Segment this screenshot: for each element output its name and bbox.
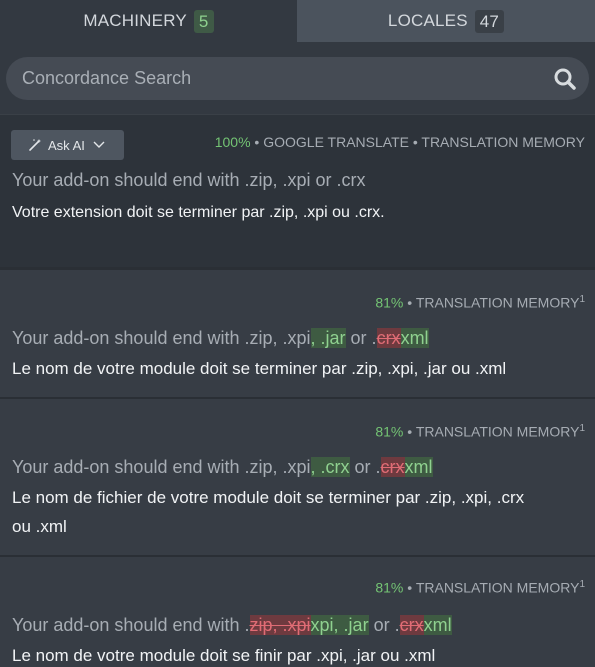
chevron-down-icon	[93, 141, 105, 148]
diff-insertion: xpi, .jar	[310, 615, 369, 635]
tab-locales-label: LOCALES	[387, 11, 468, 30]
ask-ai-button[interactable]: Ask AI	[11, 130, 124, 160]
ask-ai-label: Ask AI	[48, 137, 85, 153]
entry-meta: 81% • TRANSLATION MEMORY1	[375, 294, 585, 311]
source-string-diff: Your add-on should end with .zip, .xpixp…	[12, 615, 452, 635]
match-score: 81%	[375, 579, 404, 596]
machinery-entry[interactable]: 81% • TRANSLATION MEMORY1 Your add-on sh…	[0, 555, 595, 667]
diff-deletion: zip, .xpi	[249, 615, 311, 635]
match-sources: TRANSLATION MEMORY	[415, 294, 580, 311]
locales-count-badge: 47	[474, 9, 505, 33]
match-score: 100%	[214, 134, 251, 150]
machinery-entry[interactable]: 81% • TRANSLATION MEMORY1 Your add-on sh…	[0, 267, 595, 397]
source-string-diff: Your add-on should end with .zip, .xpi, …	[12, 328, 429, 348]
concordance-search	[6, 57, 589, 100]
source-string: Your add-on should end with .zip, .xpi o…	[12, 170, 366, 190]
footnote-marker: 1	[579, 423, 585, 434]
machinery-entry[interactable]: Ask AI 100% • GOOGLE TRANSLATE • TRANSLA…	[0, 114, 595, 267]
machinery-entry[interactable]: 81% • TRANSLATION MEMORY1 Your add-on sh…	[0, 397, 595, 555]
match-sources: GOOGLE TRANSLATE • TRANSLATION MEMORY	[263, 134, 585, 150]
tab-machinery[interactable]: MACHINERY 5	[0, 0, 297, 42]
match-score: 81%	[375, 423, 404, 440]
diff-insertion: xml	[404, 457, 433, 477]
match-sources: TRANSLATION MEMORY	[415, 579, 580, 596]
translation-text: Le nom de fichier de votre module doit s…	[12, 483, 581, 541]
diff-insertion: , .jar	[310, 328, 346, 348]
tab-bar: MACHINERY 5 LOCALES 47	[0, 0, 595, 42]
tab-machinery-label: MACHINERY	[83, 11, 187, 30]
translation-text: Votre extension doit se terminer par .zi…	[12, 204, 385, 221]
translation-line: Le nom de fichier de votre module doit s…	[12, 488, 525, 507]
diff-insertion: xml	[423, 615, 452, 635]
entry-meta: 81% • TRANSLATION MEMORY1	[375, 579, 585, 596]
entry-meta: 81% • TRANSLATION MEMORY1	[375, 423, 585, 440]
footnote-marker: 1	[579, 294, 585, 305]
footnote-marker: 1	[579, 579, 585, 590]
magic-wand-icon	[29, 139, 41, 151]
translation-line: ou .xml	[12, 517, 67, 536]
diff-insertion: xml	[400, 328, 429, 348]
diff-deletion: crx	[376, 328, 401, 348]
translation-text: Le nom de votre module doit se finir par…	[12, 646, 436, 665]
diff-deletion: crx	[380, 457, 405, 477]
diff-insertion: , .crx	[310, 457, 350, 477]
source-string-diff: Your add-on should end with .zip, .xpi, …	[12, 457, 433, 477]
concordance-search-input[interactable]	[6, 57, 589, 100]
entry-meta: 100% • GOOGLE TRANSLATE • TRANSLATION ME…	[214, 134, 585, 150]
match-sources: TRANSLATION MEMORY	[415, 423, 580, 440]
tab-locales[interactable]: LOCALES 47	[297, 0, 595, 42]
diff-deletion: crx	[399, 615, 424, 635]
search-bar	[0, 42, 595, 114]
match-score: 81%	[375, 294, 404, 311]
machinery-count-badge: 5	[193, 9, 214, 33]
translation-text: Le nom de votre module doit se terminer …	[12, 359, 507, 378]
search-icon[interactable]	[553, 67, 577, 91]
